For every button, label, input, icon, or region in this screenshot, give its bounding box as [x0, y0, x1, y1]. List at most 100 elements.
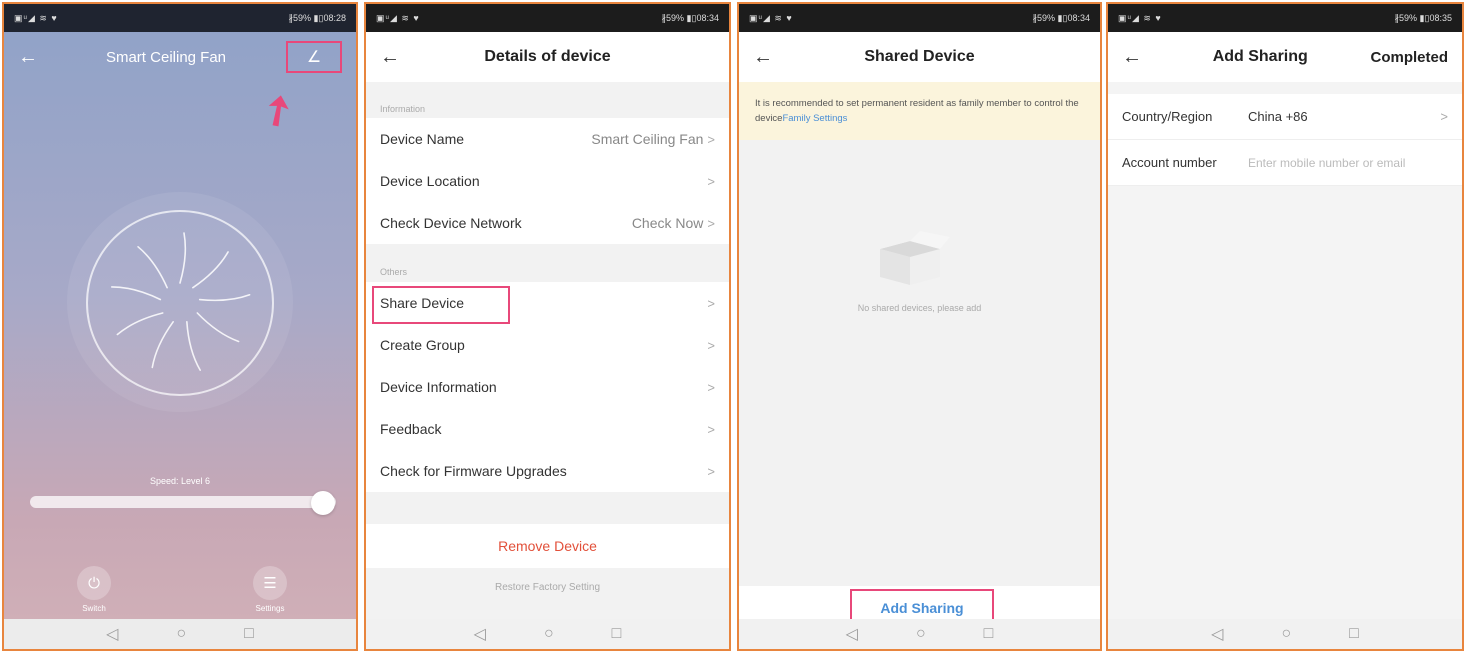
system-nav-bar: ◁ ○ □	[366, 619, 729, 649]
empty-box-icon	[870, 231, 950, 285]
nav-home-icon[interactable]: ○	[176, 625, 186, 643]
account-number-row: Account number Enter mobile number or em…	[1108, 140, 1462, 186]
speed-label: Speed: Level 6	[149, 476, 211, 486]
page-title: Smart Ceiling Fan	[105, 48, 227, 66]
chevron-right-icon: >	[707, 463, 715, 479]
system-nav-bar: ◁ ○ □	[1108, 619, 1462, 649]
pencil-icon: ∠	[306, 49, 322, 66]
nav-home-icon[interactable]: ○	[1281, 625, 1291, 643]
nav-home-icon[interactable]: ○	[544, 625, 554, 643]
device-details-screen: ▣ᵘ◢ ≋ ♥ ∦59% ▮▯08:34 ← Details of device…	[364, 2, 731, 651]
section-label-information: Information	[380, 104, 426, 114]
page-title: Details of device	[484, 48, 611, 65]
country-label: Country/Region	[1122, 109, 1213, 124]
row-label: Device Location	[380, 173, 480, 189]
sharing-form: Country/Region China +86 > Account numbe…	[1108, 94, 1462, 186]
share-device-row[interactable]: Share Device >	[366, 282, 729, 324]
row-label: Device Name	[380, 131, 465, 147]
row-label: Device Information	[380, 379, 497, 395]
status-time: ∦59% ▮▯08:35	[1394, 12, 1452, 23]
row-value: Check Now	[631, 215, 704, 231]
nav-back-icon[interactable]: ◁	[474, 624, 486, 644]
country-value: China +86	[1248, 109, 1308, 124]
header: ← Add Sharing Completed	[1108, 32, 1462, 82]
back-arrow-icon[interactable]: ←	[380, 46, 408, 69]
header: ← Shared Device	[739, 32, 1100, 82]
settings-button[interactable]: ☰ Settings	[240, 566, 300, 613]
back-arrow-icon[interactable]: ←	[18, 46, 46, 69]
nav-recents-icon[interactable]: □	[984, 625, 994, 643]
country-region-row[interactable]: Country/Region China +86 >	[1108, 94, 1462, 140]
chevron-right-icon: >	[707, 174, 715, 189]
status-icons: ▣ᵘ◢ ≋ ♥	[14, 12, 58, 23]
empty-state-text: No shared devices, please add	[857, 303, 982, 313]
page-title: Shared Device	[864, 48, 975, 65]
feedback-row[interactable]: Feedback >	[366, 408, 729, 450]
firmware-upgrade-row[interactable]: Check for Firmware Upgrades >	[366, 450, 729, 492]
device-name-row[interactable]: Device Name Smart Ceiling Fan >	[366, 118, 729, 160]
chevron-right-icon: >	[707, 295, 715, 311]
switch-label: Switch	[82, 604, 106, 613]
row-label: Check Device Network	[380, 215, 522, 231]
speed-slider[interactable]	[30, 496, 336, 508]
nav-back-icon[interactable]: ◁	[846, 624, 858, 644]
shared-device-screen: ▣ᵘ◢ ≋ ♥ ∦59% ▮▯08:34 ← Shared Device It …	[737, 2, 1102, 651]
status-time: ∦59% ▮▯08:34	[1032, 12, 1090, 23]
status-icons: ▣ᵘ◢ ≋ ♥	[1118, 12, 1162, 23]
status-icons: ▣ᵘ◢ ≋ ♥	[749, 12, 793, 23]
status-bar: ▣ᵘ◢ ≋ ♥ ∦59% ▮▯08:34	[739, 4, 1100, 32]
information-list: Device Name Smart Ceiling Fan > Device Lo…	[366, 118, 729, 244]
nav-back-icon[interactable]: ◁	[1211, 624, 1223, 644]
chevron-right-icon: >	[1440, 109, 1448, 124]
row-label: Feedback	[380, 421, 442, 437]
fan-blades-icon	[110, 232, 251, 371]
status-time: ∦59% ▮▯08:34	[661, 12, 719, 23]
nav-recents-icon[interactable]: □	[612, 625, 622, 643]
nav-home-icon[interactable]: ○	[916, 625, 926, 643]
completed-button[interactable]: Completed	[1370, 49, 1448, 66]
system-nav-bar: ◁ ○ □	[4, 619, 356, 649]
add-sharing-screen: ▣ᵘ◢ ≋ ♥ ∦59% ▮▯08:35 ← Add Sharing Compl…	[1106, 2, 1464, 651]
back-arrow-icon[interactable]: ←	[753, 46, 781, 69]
page-title: Add Sharing	[1212, 48, 1308, 65]
chevron-right-icon: >	[707, 216, 715, 231]
device-location-row[interactable]: Device Location >	[366, 160, 729, 202]
recommendation-banner: It is recommended to set permanent resid…	[739, 82, 1100, 140]
header: ← Details of device	[366, 32, 729, 82]
status-bar: ▣ᵘ◢ ≋ ♥ ∦59% ▮▯08:28	[4, 4, 356, 32]
power-icon: ⏻	[77, 566, 111, 600]
check-network-row[interactable]: Check Device Network Check Now >	[366, 202, 729, 244]
device-information-row[interactable]: Device Information >	[366, 366, 729, 408]
nav-recents-icon[interactable]: □	[1349, 625, 1359, 643]
system-nav-bar: ◁ ○ □	[739, 619, 1100, 649]
back-arrow-icon[interactable]: ←	[1122, 46, 1150, 69]
chevron-right-icon: >	[707, 421, 715, 437]
others-list: Share Device > Create Group > Device Inf…	[366, 282, 729, 492]
restore-factory-link[interactable]: Restore Factory Setting	[366, 582, 729, 593]
fan-control-screen: ▣ᵘ◢ ≋ ♥ ∦59% ▮▯08:28 ← Smart Ceiling Fan…	[2, 2, 358, 651]
row-label: Create Group	[380, 337, 465, 353]
nav-back-icon[interactable]: ◁	[106, 624, 118, 644]
section-label-others: Others	[380, 267, 408, 277]
remove-device-button[interactable]: Remove Device	[366, 524, 729, 568]
edit-button[interactable]: ∠	[286, 41, 342, 73]
row-label: Check for Firmware Upgrades	[380, 463, 567, 479]
row-value: Smart Ceiling Fan	[591, 131, 704, 147]
chevron-right-icon: >	[707, 132, 715, 147]
account-label: Account number	[1122, 155, 1217, 170]
account-input[interactable]: Enter mobile number or email	[1248, 156, 1448, 170]
switch-button[interactable]: ⏻ Switch	[64, 566, 124, 613]
status-time: ∦59% ▮▯08:28	[288, 12, 346, 23]
header: ← Smart Ceiling Fan ∠	[4, 32, 356, 82]
chevron-right-icon: >	[707, 337, 715, 353]
status-bar: ▣ᵘ◢ ≋ ♥ ∦59% ▮▯08:35	[1108, 4, 1462, 32]
annotation-arrow-icon: ➚	[251, 82, 305, 139]
nav-recents-icon[interactable]: □	[244, 625, 254, 643]
status-icons: ▣ᵘ◢ ≋ ♥	[376, 12, 420, 23]
family-settings-link[interactable]: Family Settings	[782, 113, 847, 124]
settings-label: Settings	[255, 604, 285, 613]
status-bar: ▣ᵘ◢ ≋ ♥ ∦59% ▮▯08:34	[366, 4, 729, 32]
create-group-row[interactable]: Create Group >	[366, 324, 729, 366]
speed-slider-handle[interactable]	[311, 491, 335, 515]
highlight-box	[372, 286, 510, 324]
